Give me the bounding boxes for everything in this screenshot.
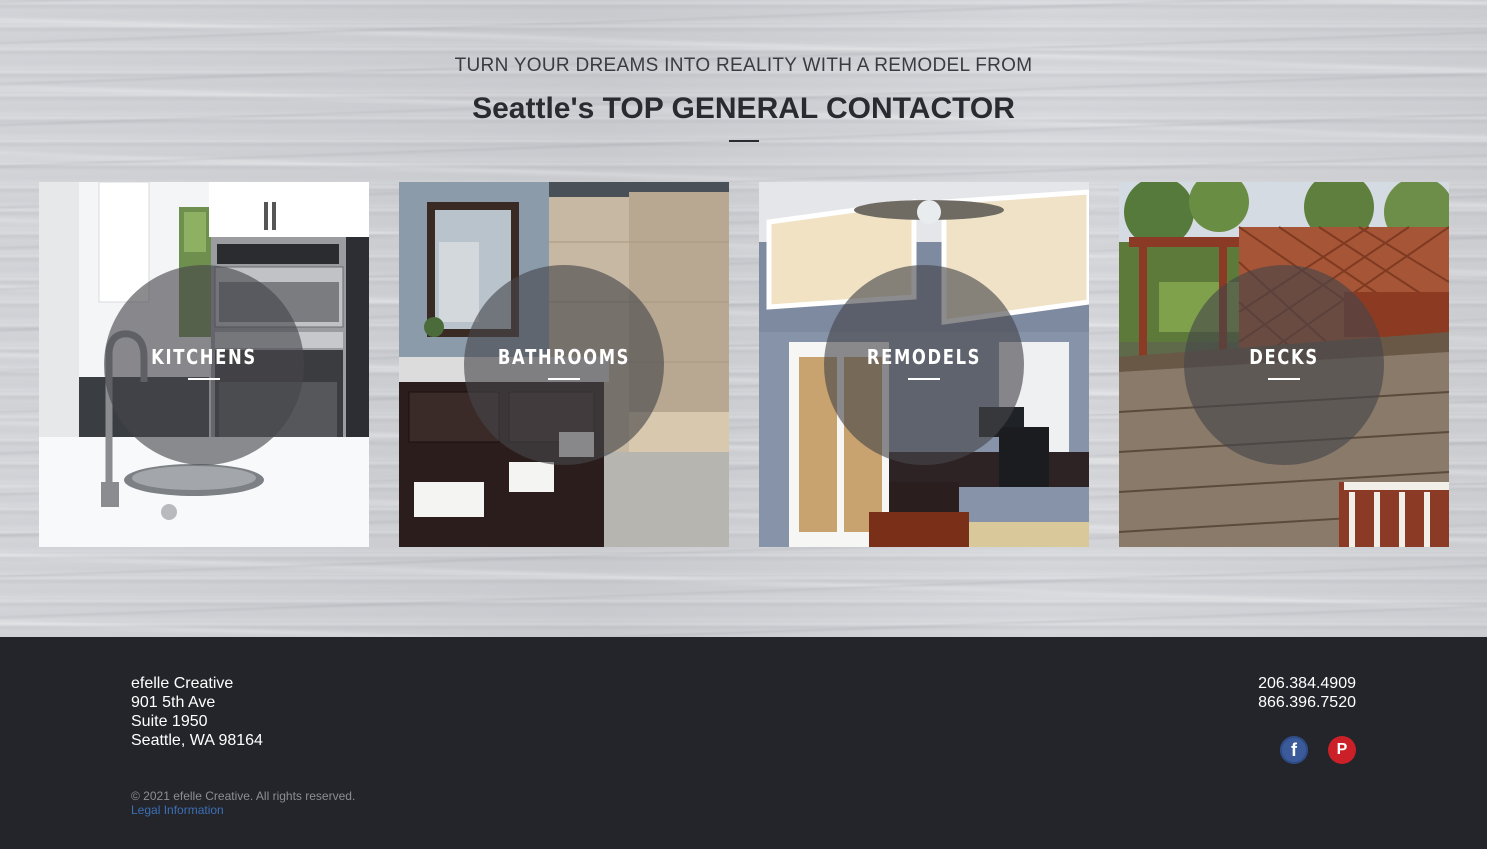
tile-label: DECKS [1249, 345, 1319, 369]
tile-remodels[interactable]: REMODELS [759, 182, 1089, 547]
tile-label: REMODELS [866, 345, 982, 369]
facebook-icon[interactable]: f [1280, 736, 1308, 764]
company-name: efelle Creative [131, 675, 234, 692]
company-address: efelle Creative 901 5th Ave Suite 1950 S… [131, 674, 263, 750]
pinterest-icon[interactable]: P [1328, 736, 1356, 764]
phone-numbers: 206.384.4909 866.396.7520 [1258, 674, 1356, 712]
legal-information-link[interactable]: Legal Information [131, 803, 224, 817]
tile-divider [908, 378, 940, 380]
tile-divider [548, 378, 580, 380]
tile-bathrooms[interactable]: BATHROOMS [399, 182, 729, 547]
hero-section: TURN YOUR DREAMS INTO REALITY WITH A REM… [0, 0, 1487, 637]
address-line: Suite 1950 [131, 713, 208, 730]
copyright-text: © 2021 efelle Creative. All rights reser… [131, 789, 356, 803]
hero-eyebrow: TURN YOUR DREAMS INTO REALITY WITH A REM… [454, 55, 1033, 76]
tile-divider [188, 378, 220, 380]
hero-headline: Seattle's TOP GENERAL CONTACTOR [472, 92, 1015, 125]
tile-label: BATHROOMS [497, 345, 631, 369]
address-line: 901 5th Ave [131, 694, 216, 711]
address-line: Seattle, WA 98164 [131, 732, 263, 749]
tile-kitchens[interactable]: KITCHENS [39, 182, 369, 547]
phone-link[interactable]: 866.396.7520 [1258, 693, 1356, 712]
tile-label: KITCHENS [151, 345, 257, 369]
site-footer: efelle Creative 901 5th Ave Suite 1950 S… [0, 637, 1487, 849]
tile-divider [1268, 378, 1300, 380]
tile-decks[interactable]: DECKS [1119, 182, 1449, 547]
headline-divider [729, 140, 759, 142]
phone-link[interactable]: 206.384.4909 [1258, 674, 1356, 693]
